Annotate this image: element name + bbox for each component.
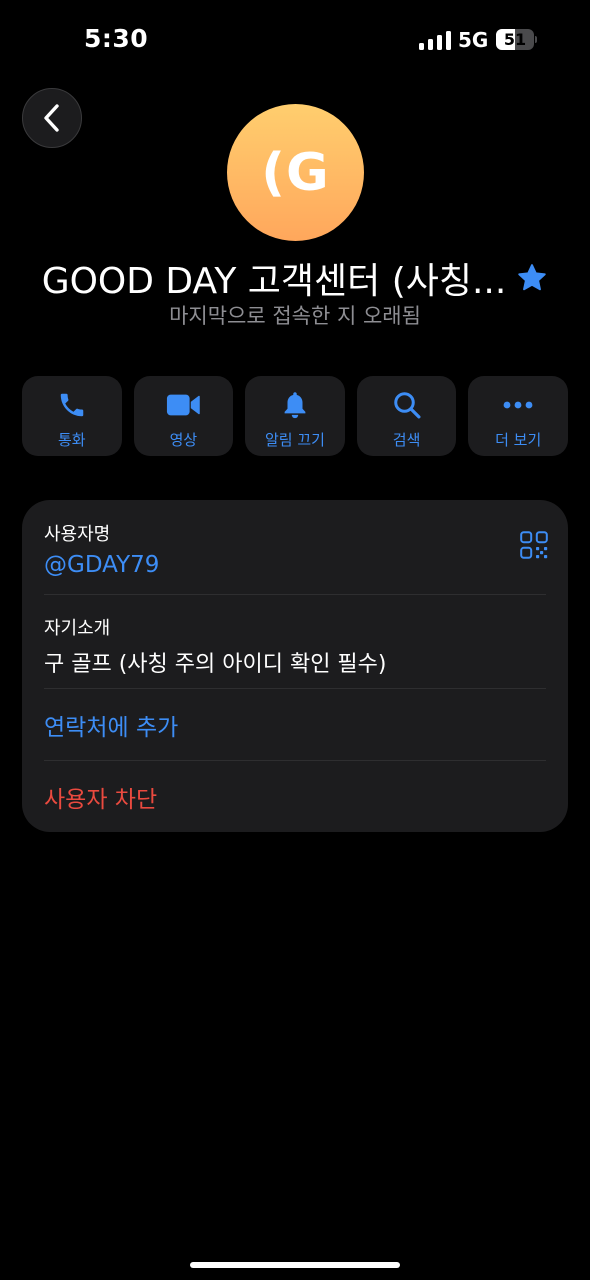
phone-icon — [60, 393, 84, 417]
divider — [44, 688, 546, 689]
last-seen-status: 마지막으로 접속한 지 오래됨 — [169, 304, 421, 328]
qr-code-icon[interactable] — [520, 531, 548, 559]
divider — [44, 594, 546, 595]
call-button[interactable]: 통화 — [22, 376, 122, 456]
star-icon[interactable] — [516, 262, 548, 294]
mute-button[interactable]: 알림 끄기 — [245, 376, 345, 456]
video-camera-icon — [167, 394, 201, 416]
mute-button-label: 알림 끄기 — [265, 431, 325, 449]
add-contact-button[interactable]: 연락처에 추가 — [44, 708, 546, 742]
avatar[interactable]: (G — [227, 104, 364, 241]
battery-icon: 51 — [496, 29, 537, 50]
bio-value: 구 골프 (사칭 주의 아이디 확인 필수) — [44, 652, 387, 677]
username-row[interactable]: 사용자명 @GDAY79 — [44, 520, 546, 578]
video-call-button[interactable]: 영상 — [133, 376, 234, 456]
back-button[interactable] — [22, 88, 82, 148]
username-value[interactable]: @GDAY79 — [44, 552, 546, 578]
bio-caption: 자기소개 — [44, 618, 111, 639]
avatar-initials: (G — [261, 142, 330, 203]
more-icon — [503, 401, 533, 409]
action-bar: 통화 영상 알림 끄기 검색 더 보기 — [22, 376, 568, 456]
info-card: 사용자명 @GDAY79 자기소개 구 골프 (사칭 주의 아이디 확인 필수)… — [22, 500, 568, 832]
network-type: 5G — [458, 28, 489, 52]
home-indicator — [190, 1262, 400, 1268]
search-button[interactable]: 검색 — [356, 376, 457, 456]
name-row: GOOD DAY 고객센터 (사칭... — [0, 252, 590, 304]
search-button-label: 검색 — [392, 431, 421, 449]
status-time: 5:30 — [84, 24, 149, 53]
chevron-left-icon — [44, 104, 59, 132]
more-button-label: 더 보기 — [495, 431, 542, 449]
call-button-label: 통화 — [57, 431, 86, 449]
block-user-button[interactable]: 사용자 차단 — [44, 780, 546, 814]
username-caption: 사용자명 — [44, 524, 111, 545]
search-icon — [393, 392, 421, 419]
bell-icon — [284, 392, 306, 419]
more-button[interactable]: 더 보기 — [468, 376, 568, 456]
divider — [44, 760, 546, 761]
video-call-button-label: 영상 — [169, 431, 198, 449]
cellular-signal-icon — [419, 30, 451, 50]
bio-row: 자기소개 구 골프 (사칭 주의 아이디 확인 필수) — [44, 614, 546, 678]
battery-level: 51 — [503, 30, 527, 49]
contact-name: GOOD DAY 고객센터 (사칭... — [41, 261, 507, 302]
